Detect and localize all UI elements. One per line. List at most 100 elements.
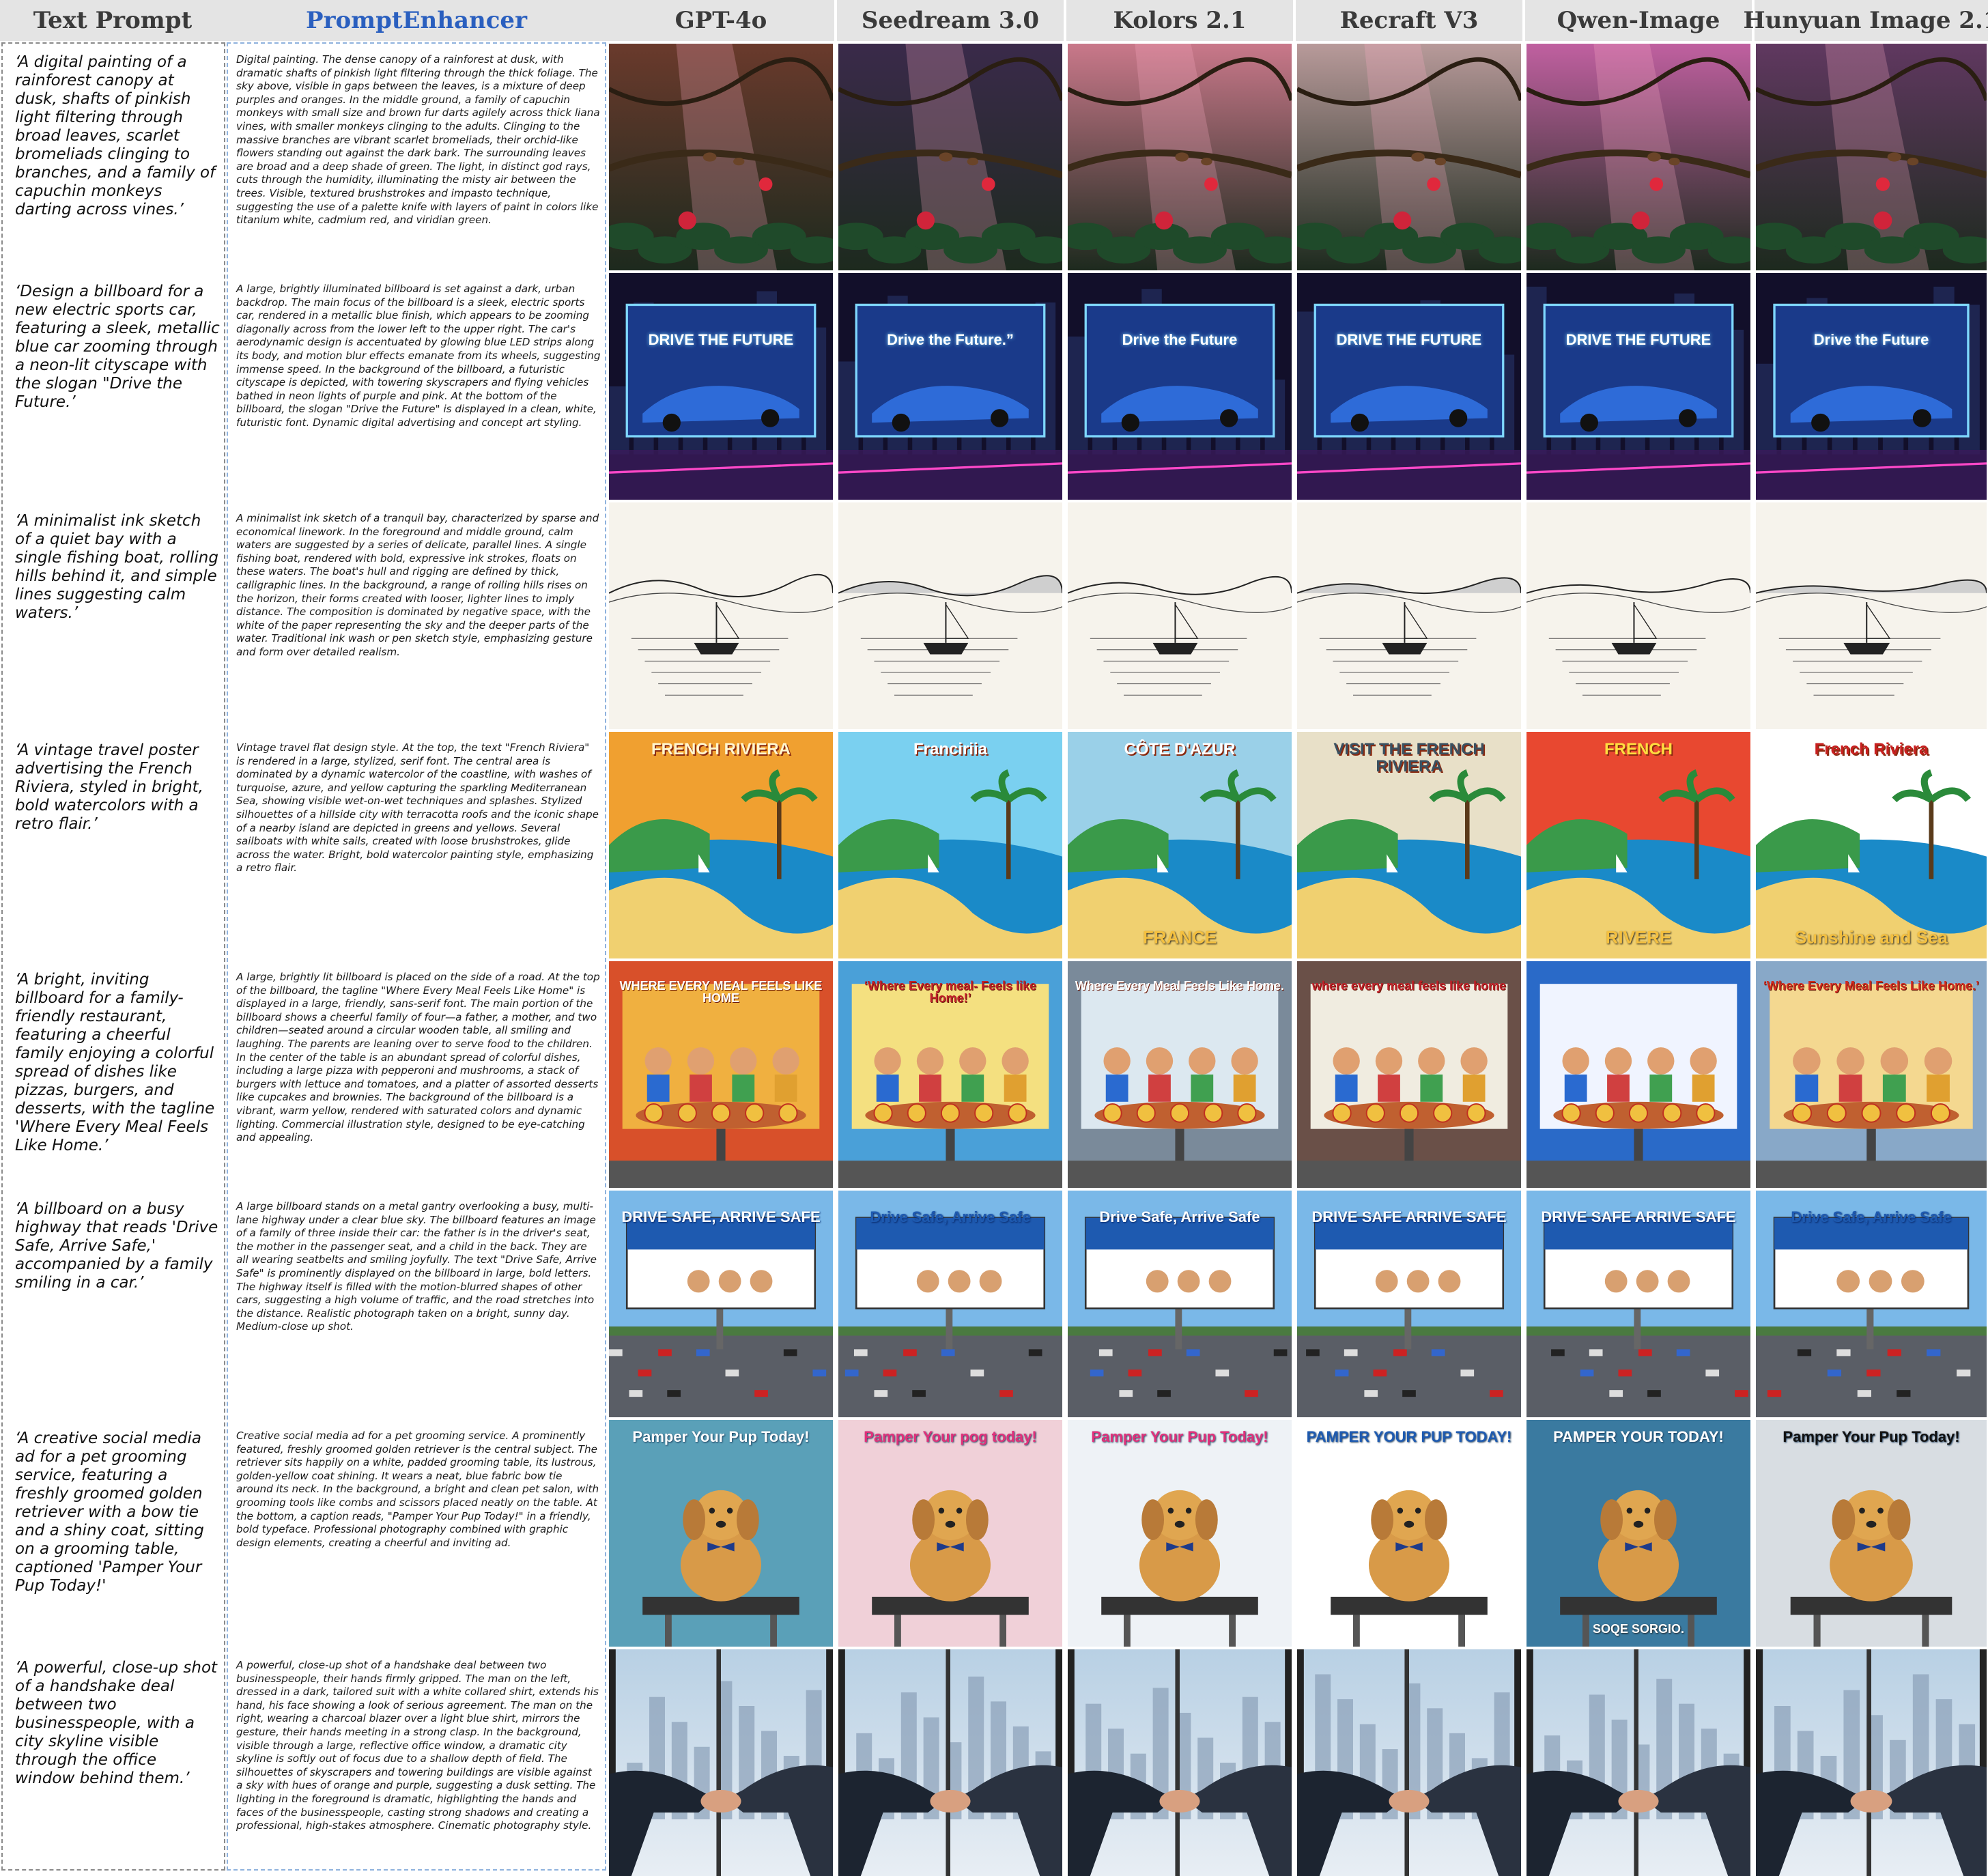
generated-image-seedream-3-0: Franciriia — [838, 732, 1062, 958]
generated-image-gpt-4o: WHERE EVERY MEAL FEELS LIKE HOME — [609, 961, 833, 1188]
generated-image-hunyuan-image-2-1 — [1756, 44, 1987, 270]
image-caption-text: Franciriia — [913, 740, 988, 759]
generated-image-hunyuan-image-2-1: French Riviera Sunshine and Sea — [1756, 732, 1987, 958]
column-header-2: GPT-4o — [608, 0, 834, 41]
generated-image-gpt-4o: Pamper Your Pup Today! — [609, 1420, 833, 1647]
image-caption-text: Pamper Your Pup Today! — [1091, 1428, 1268, 1446]
generated-image-seedream-3-0: Drive the Future.” — [838, 273, 1062, 500]
generated-image-qwen-image: DRIVE THE FUTURE — [1526, 273, 1750, 500]
generated-image-kolors-2-1: Drive Safe, Arrive Safe — [1068, 1191, 1292, 1417]
image-caption-text: Pamper Your Pup Today! — [1783, 1428, 1960, 1446]
image-caption-text: DRIVE THE FUTURE — [1565, 331, 1712, 349]
enhanced-prompt: A minimalist ink sketch of a tranquil ba… — [236, 512, 599, 658]
image-caption-secondary: FRANCE — [1142, 927, 1217, 948]
generated-image-gpt-4o: FRENCH RIVIERA — [609, 732, 833, 958]
image-caption-text: Drive the Future — [1122, 331, 1238, 349]
column-header-1: PromptEnhancer — [225, 0, 608, 41]
generated-image-recraft-v3 — [1297, 1649, 1521, 1876]
generated-image-qwen-image — [1526, 1649, 1750, 1876]
generated-image-hunyuan-image-2-1 — [1756, 1649, 1987, 1876]
image-caption-text: CÔTE D'AZUR — [1124, 740, 1236, 759]
enhanced-prompt: A large, brightly illuminated billboard … — [236, 283, 601, 429]
image-caption-text: Pamper Your Pup Today! — [632, 1428, 810, 1446]
generated-image-kolors-2-1 — [1068, 1649, 1292, 1876]
generated-image-kolors-2-1: Drive the Future — [1068, 273, 1292, 500]
image-caption-text: DRIVE SAFE ARRIVE SAFE — [1541, 1208, 1736, 1225]
enhanced-prompt: A large billboard stands on a metal gant… — [236, 1200, 597, 1333]
image-caption-text: FRENCH RIVIERA — [651, 740, 791, 759]
generated-image-gpt-4o: DRIVE SAFE, ARRIVE SAFE — [609, 1191, 833, 1417]
generated-image-recraft-v3: DRIVE SAFE ARRIVE SAFE — [1297, 1191, 1521, 1417]
generated-image-qwen-image — [1526, 961, 1750, 1188]
generated-image-gpt-4o — [609, 502, 833, 729]
text-prompt: ‘A creative social media ad for a pet gr… — [15, 1430, 204, 1595]
enhanced-prompt: A large, brightly lit billboard is place… — [236, 971, 600, 1144]
text-prompt: ‘A vintage travel poster advertising the… — [15, 741, 203, 833]
generated-image-qwen-image: FRENCH RIVERE — [1526, 732, 1750, 958]
image-caption-text: Drive Safe, Arrive Safe — [1099, 1208, 1260, 1225]
enhanced-prompt: Creative social media ad for a pet groom… — [236, 1430, 599, 1549]
comparison-grid: Text Prompt PromptEnhancer GPT-4o Seedream … — [0, 0, 1988, 1876]
column-header-7: Hunyuan Image 2.1 — [1744, 0, 1988, 41]
generated-image-gpt-4o: DRIVE THE FUTURE — [609, 273, 833, 500]
image-caption-text: where every meal feels like home — [1311, 978, 1507, 993]
image-caption-text: Pamper Your pog today! — [864, 1428, 1037, 1446]
image-caption-secondary: RIVERE — [1605, 927, 1672, 948]
image-caption-text: DRIVE THE FUTURE — [1336, 331, 1482, 349]
generated-image-seedream-3-0: Drive Safe, Arrive Safe — [838, 1191, 1062, 1417]
image-caption-text: Drive Safe, Arrive Safe — [1791, 1208, 1952, 1225]
text-prompt: ‘A digital painting of a rainforest cano… — [15, 53, 216, 218]
generated-image-kolors-2-1: CÔTE D'AZUR FRANCE — [1068, 732, 1292, 958]
column-header-5: Recraft V3 — [1296, 0, 1522, 41]
generated-image-recraft-v3: where every meal feels like home — [1297, 961, 1521, 1188]
image-caption-text: DRIVE SAFE ARRIVE SAFE — [1311, 1208, 1507, 1225]
enhanced-prompt: Digital painting. The dense canopy of a … — [236, 53, 600, 227]
generated-image-qwen-image — [1526, 44, 1750, 270]
image-caption-text: ‘Where Every meal- Feels like Home!’ — [864, 978, 1037, 1006]
generated-image-seedream-3-0: ‘Where Every meal- Feels like Home!’ — [838, 961, 1062, 1188]
text-prompt: ‘A powerful, close-up shot of a handshak… — [15, 1659, 218, 1787]
image-caption-text: Drive the Future — [1813, 331, 1929, 349]
generated-image-qwen-image: DRIVE SAFE ARRIVE SAFE — [1526, 1191, 1750, 1417]
image-caption-text: PAMPER YOUR TODAY! — [1553, 1428, 1724, 1446]
text-prompt: ‘Design a billboard for a new electric s… — [15, 283, 220, 411]
text-prompt: ‘A minimalist ink sketch of a quiet bay … — [15, 512, 218, 622]
image-caption-text: VISIT THE FRENCH RIVIERA — [1333, 740, 1485, 776]
generated-image-recraft-v3 — [1297, 44, 1521, 270]
text-prompt: ‘A bright, inviting billboard for a fami… — [15, 971, 215, 1154]
image-caption-secondary: SOQE SORGIO. — [1592, 1621, 1685, 1636]
generated-image-gpt-4o — [609, 44, 833, 270]
image-caption-text: PAMPER YOUR PUP TODAY! — [1306, 1428, 1512, 1446]
generated-image-recraft-v3: DRIVE THE FUTURE — [1297, 273, 1521, 500]
generated-image-hunyuan-image-2-1: ‘Where Every Meal Feels Like Home.’ — [1756, 961, 1987, 1188]
generated-image-hunyuan-image-2-1: Pamper Your Pup Today! — [1756, 1420, 1987, 1647]
image-caption-text: ‘Where Every Meal Feels Like Home.’ — [1763, 978, 1980, 993]
image-caption-secondary: Sunshine and Sea — [1795, 927, 1948, 948]
text-prompt: ‘A billboard on a busy highway that read… — [15, 1200, 218, 1292]
generated-image-hunyuan-image-2-1: Drive Safe, Arrive Safe — [1756, 1191, 1987, 1417]
image-caption-text: Drive the Future.” — [887, 331, 1014, 349]
image-caption-text: French Riviera — [1814, 740, 1929, 759]
generated-image-kolors-2-1: Pamper Your Pup Today! — [1068, 1420, 1292, 1647]
generated-image-recraft-v3 — [1297, 502, 1521, 729]
generated-image-qwen-image — [1526, 502, 1750, 729]
enhanced-prompt: Vintage travel flat design style. At the… — [236, 741, 599, 875]
generated-image-seedream-3-0 — [838, 1649, 1062, 1876]
column-header-6: Qwen-Image — [1525, 0, 1752, 41]
generated-image-qwen-image: PAMPER YOUR TODAY! SOQE SORGIO. — [1526, 1420, 1750, 1647]
generated-image-gpt-4o — [609, 1649, 833, 1876]
generated-image-kolors-2-1 — [1068, 502, 1292, 729]
generated-image-seedream-3-0 — [838, 44, 1062, 270]
image-caption-text: FRENCH — [1604, 740, 1673, 759]
image-caption-text: Where Every Meal Feels Like Home. — [1075, 978, 1285, 993]
generated-image-seedream-3-0: Pamper Your pog today! — [838, 1420, 1062, 1647]
generated-image-kolors-2-1 — [1068, 44, 1292, 270]
generated-image-kolors-2-1: Where Every Meal Feels Like Home. — [1068, 961, 1292, 1188]
generated-image-seedream-3-0 — [838, 502, 1062, 729]
column-header-4: Kolors 2.1 — [1066, 0, 1293, 41]
column-header-3: Seedream 3.0 — [837, 0, 1064, 41]
image-caption-text: WHERE EVERY MEAL FEELS LIKE HOME — [619, 978, 823, 1006]
column-header-0: Text Prompt — [0, 0, 225, 41]
image-caption-text: Drive Safe, Arrive Safe — [870, 1208, 1031, 1225]
image-caption-text: DRIVE SAFE, ARRIVE SAFE — [621, 1208, 821, 1225]
